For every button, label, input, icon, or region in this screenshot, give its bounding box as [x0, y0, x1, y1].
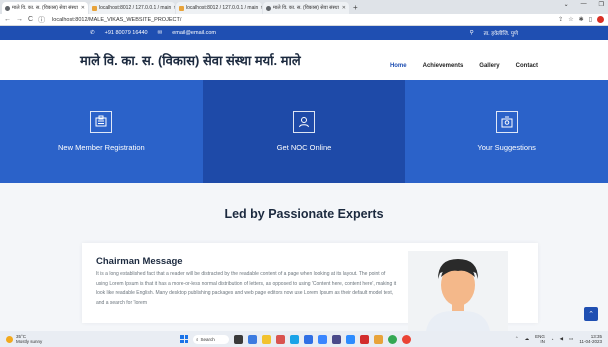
phone-number[interactable]: +91 80079 16440	[105, 30, 148, 36]
app-icon[interactable]	[374, 334, 383, 344]
globe-icon	[266, 5, 271, 11]
widgets-icon[interactable]	[248, 334, 257, 344]
globe-icon	[5, 5, 10, 11]
windows-start-icon[interactable]	[180, 335, 188, 343]
browser-tab[interactable]: माले वि. का. स. (विकास) सेवा संस्था ✕	[263, 2, 349, 14]
contact-strip: ✆ +91 80079 16440 ✉ email@email.com ⚲ ता…	[0, 26, 608, 40]
region-text: IN	[540, 339, 545, 344]
extensions-icon[interactable]: ✱	[579, 16, 584, 23]
app-icon[interactable]	[402, 334, 411, 344]
profile-avatar[interactable]	[597, 16, 604, 23]
chrome-icon[interactable]	[388, 334, 397, 344]
edge-icon[interactable]	[290, 334, 299, 344]
sidebar-icon[interactable]: ▯	[589, 16, 592, 23]
browser-tab[interactable]: localhost:8012 / 127.0.0.1 / main ✕	[176, 2, 262, 14]
site-header: माले वि. का. स. (विकास) सेवा संस्था मर्य…	[0, 40, 608, 80]
tab-title: माले वि. का. स. (विकास) सेवा संस्था	[12, 5, 78, 11]
store-icon[interactable]	[304, 334, 313, 344]
mail-icon: ✉	[157, 30, 163, 36]
service-new-member-registration[interactable]: New Member Registration	[0, 80, 203, 183]
app-icon[interactable]	[276, 334, 285, 344]
window-controls: ⌄ — ❐	[564, 1, 604, 8]
service-your-suggestions[interactable]: Your Suggestions	[405, 80, 608, 183]
main-nav: Home Achievements Gallery Contact	[390, 51, 538, 69]
nav-gallery[interactable]: Gallery	[479, 63, 499, 69]
close-icon[interactable]: ✕	[173, 5, 175, 11]
taskbar-apps: ⌕ Search	[180, 334, 411, 344]
app-icon[interactable]	[332, 334, 341, 344]
search-label: Search	[200, 336, 215, 342]
reload-button[interactable]: C	[28, 16, 33, 23]
battery-icon[interactable]: ▭	[569, 336, 573, 342]
search-icon: ⌕	[196, 336, 199, 342]
system-tray: ⌃ ☁ ENG IN ◔ ◀ ▭ 13:35 11-04-2023	[515, 334, 602, 344]
weather-text: Mostly sunny	[16, 339, 43, 344]
star-icon[interactable]: ☆	[568, 16, 573, 23]
maximize-button[interactable]: ❐	[599, 1, 604, 8]
browser-toolbar: ⇪ ☆ ✱ ▯	[558, 16, 604, 23]
share-icon[interactable]: ⇪	[558, 16, 563, 23]
nav-home[interactable]: Home	[390, 63, 407, 69]
browser-tab-bar: माले वि. का. स. (विकास) सेवा संस्था ✕ lo…	[0, 0, 608, 14]
forward-button[interactable]: →	[16, 16, 23, 23]
scroll-to-top-button[interactable]: ⌃	[584, 307, 598, 321]
volume-icon[interactable]: ◀	[560, 336, 563, 342]
chairman-photo	[408, 251, 508, 331]
nav-achievements[interactable]: Achievements	[423, 63, 464, 69]
wifi-icon[interactable]: ◔	[551, 337, 554, 342]
site-title[interactable]: माले वि. का. स. (विकास) सेवा संस्था मर्य…	[80, 51, 301, 69]
browser-tab[interactable]: localhost:8012 / 127.0.0.1 / main ✕	[89, 2, 175, 14]
onedrive-icon[interactable]: ☁	[525, 336, 530, 342]
service-label: New Member Registration	[57, 143, 145, 152]
services-section: New Member Registration Get NOC Online Y…	[0, 80, 608, 183]
chairman-text: It is a long established fact that a rea…	[96, 271, 397, 306]
phone-icon: ✆	[90, 30, 95, 36]
clock[interactable]: 13:35 11-04-2023	[579, 334, 602, 344]
experts-section: Led by Passionate Experts Chairman Messa…	[0, 183, 608, 331]
address-bar: ← → C ⓘ localhost:8012/MALE_VIKAS_WEBSIT…	[0, 14, 608, 26]
chairman-title: Chairman Message	[96, 256, 183, 267]
location-pin-icon: ⚲	[469, 30, 474, 36]
file-explorer-icon[interactable]	[262, 334, 271, 344]
chairman-card: Chairman Message It is a long establishe…	[82, 243, 538, 331]
phpmyadmin-icon	[179, 5, 184, 11]
browser-tab[interactable]: माले वि. का. स. (विकास) सेवा संस्था ✕	[2, 2, 88, 14]
os-taskbar: 35°C Mostly sunny ⌕ Search ⌃ ☁ ENG IN ◔ …	[0, 331, 608, 347]
app-icon[interactable]	[360, 334, 369, 344]
tab-title: localhost:8012 / 127.0.0.1 / main	[186, 5, 259, 11]
sun-icon	[6, 335, 13, 343]
language-indicator[interactable]: ENG IN	[535, 334, 545, 344]
close-icon[interactable]: ✕	[342, 5, 346, 11]
service-get-noc-online[interactable]: Get NOC Online	[202, 80, 406, 183]
close-icon[interactable]: ✕	[81, 5, 85, 11]
taskbar-search[interactable]: ⌕ Search	[193, 334, 229, 344]
url-field[interactable]: localhost:8012/MALE_VIKAS_WEBSITE_PROJEC…	[52, 17, 181, 23]
tab-title: localhost:8012 / 127.0.0.1 / main	[99, 5, 172, 11]
weather-widget[interactable]: 35°C Mostly sunny	[6, 334, 42, 344]
back-button[interactable]: ←	[4, 16, 11, 23]
service-label: Your Suggestions	[477, 143, 536, 152]
register-icon	[90, 111, 113, 133]
task-view-icon[interactable]	[234, 334, 243, 344]
service-label: Get NOC Online	[276, 143, 332, 152]
close-icon[interactable]: ✕	[260, 5, 262, 11]
suggestion-icon	[495, 111, 518, 133]
chevron-up-icon[interactable]: ⌃	[515, 336, 519, 342]
chevron-down-icon[interactable]: ⌄	[564, 1, 569, 8]
section-heading: Led by Passionate Experts	[224, 207, 384, 221]
app-icon[interactable]	[346, 334, 355, 344]
phpmyadmin-icon	[92, 5, 97, 11]
email-address[interactable]: email@email.com	[172, 30, 216, 36]
info-icon[interactable]: ⓘ	[38, 15, 45, 25]
new-tab-button[interactable]: +	[350, 2, 361, 14]
vscode-icon[interactable]	[318, 334, 327, 344]
tab-title: माले वि. का. स. (विकास) सेवा संस्था	[273, 5, 339, 11]
user-doc-icon	[293, 111, 315, 133]
minimize-button[interactable]: —	[581, 1, 587, 8]
date-text: 11-04-2023	[579, 339, 602, 344]
nav-contact[interactable]: Contact	[516, 63, 538, 69]
location-text: ता. हवेलीजि. पुणे	[483, 31, 518, 37]
